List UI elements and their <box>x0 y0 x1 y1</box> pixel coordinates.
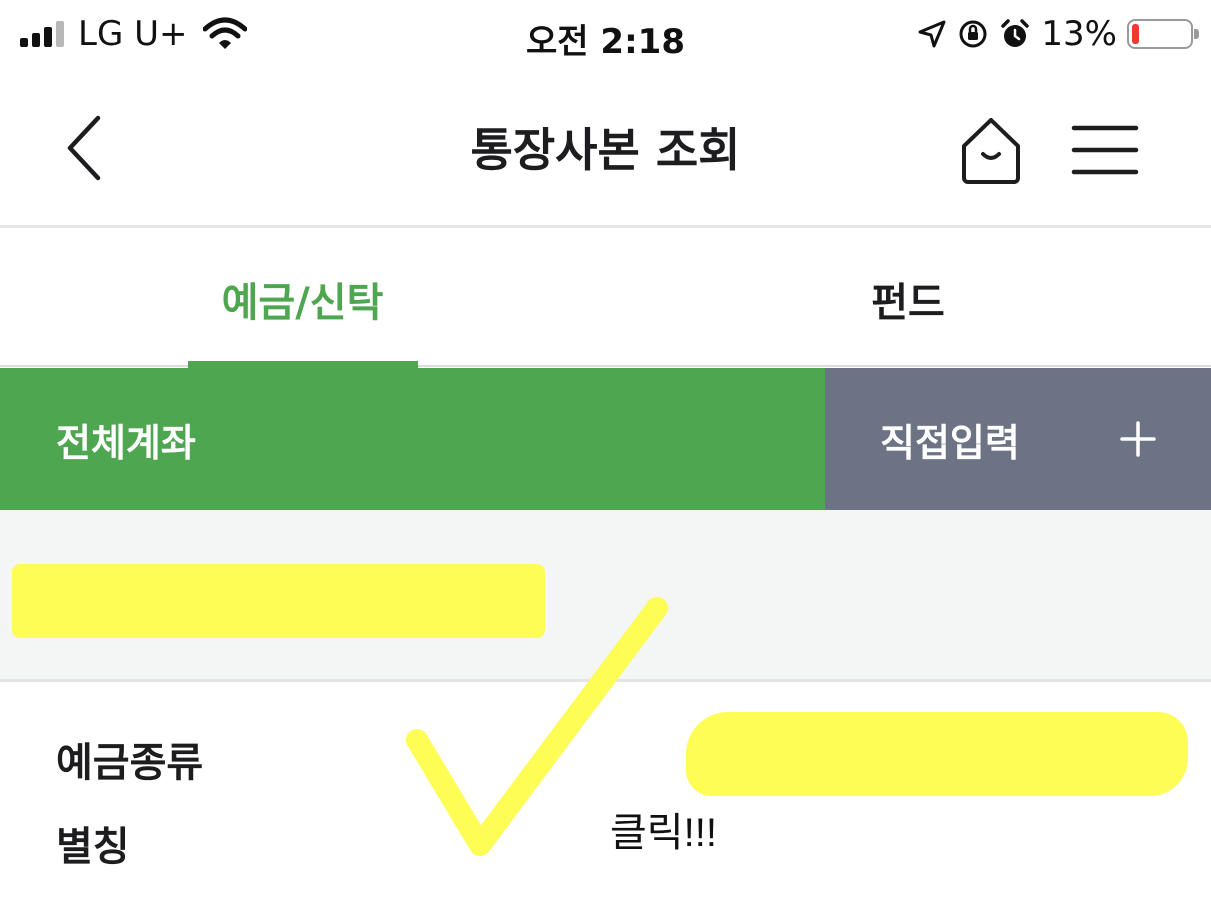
plus-icon <box>1120 421 1156 457</box>
status-bar: LG U+ 오전 2:18 13% <box>0 0 1211 72</box>
tab-fund[interactable]: 펀드 <box>605 231 1211 367</box>
redacted-deposit-type-value <box>686 712 1188 796</box>
account-segment: 전체계좌 직접입력 <box>0 368 1211 510</box>
status-bar-right: 13% <box>917 12 1199 56</box>
tab-bar: 예금/신탁 펀드 <box>0 231 1211 368</box>
home-icon <box>962 118 1020 184</box>
alarm-icon <box>1001 19 1030 47</box>
tab-deposit-trust[interactable]: 예금/신탁 <box>0 231 605 367</box>
home-button[interactable] <box>952 116 1030 186</box>
location-icon <box>918 20 946 48</box>
alias-label: 별칭 <box>56 824 130 870</box>
deposit-type-label: 예금종류 <box>56 740 204 786</box>
active-tab-indicator <box>188 361 418 368</box>
battery-icon <box>1127 19 1199 49</box>
menu-button[interactable] <box>1066 122 1144 178</box>
all-accounts-button[interactable]: 전체계좌 <box>0 368 825 510</box>
hamburger-menu-icon <box>1071 125 1139 175</box>
app-header: 통장사본 조회 <box>0 72 1211 228</box>
annotation-click-text: 클릭!!! <box>610 811 717 855</box>
direct-input-button[interactable]: 직접입력 <box>825 368 1211 510</box>
direct-input-label: 직접입력 <box>880 420 1020 465</box>
battery-fill <box>1132 24 1140 44</box>
battery-percent: 13% <box>1041 14 1117 54</box>
orientation-lock-icon <box>959 20 987 48</box>
battery-tip <box>1194 29 1199 39</box>
